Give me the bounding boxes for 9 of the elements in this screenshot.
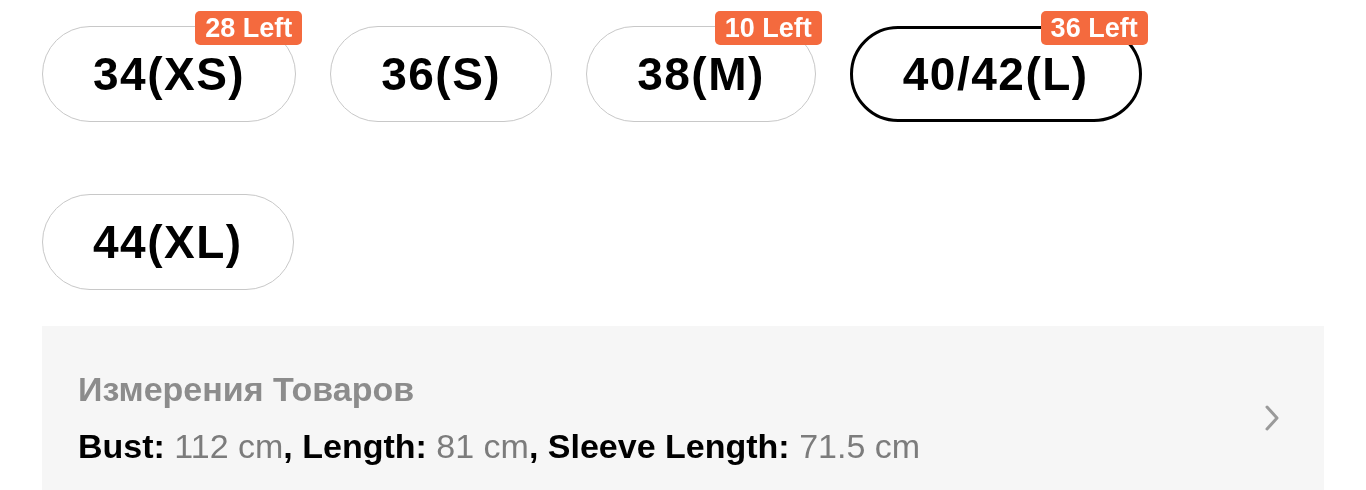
stock-badge: 28 Left: [195, 11, 303, 45]
stock-badge: 10 Left: [714, 11, 822, 45]
stock-badge: 36 Left: [1040, 11, 1148, 45]
size-option[interactable]: 36(S): [330, 26, 553, 122]
measurements-text: Bust: 112 cm, Length: 81 cm, Sleeve Length: 71.5 cm: [78, 427, 921, 466]
measurements-panel[interactable]: Измерения Товаров Bust: 112 cm, Length: 81 cm, Sleeve Length: 71.5 cm: [42, 326, 1324, 490]
size-option[interactable]: 44(XL): [42, 194, 294, 290]
chevron-right-icon: [1264, 404, 1280, 432]
panel-title: Измерения Товаров: [78, 370, 416, 409]
